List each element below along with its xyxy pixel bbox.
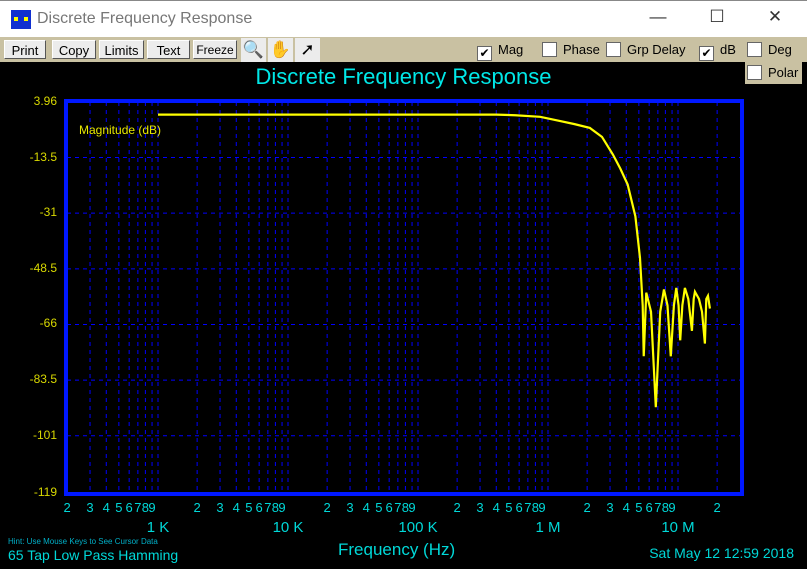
x-decade-label: 100 K bbox=[398, 519, 438, 536]
x-tick-label: 3 bbox=[606, 500, 614, 515]
x-tick-label: 6 bbox=[255, 500, 263, 515]
plot-frame bbox=[64, 99, 744, 496]
x-tick-label: 9 bbox=[148, 500, 156, 515]
x-tick-label: 2 bbox=[63, 500, 71, 515]
y-tick-label: -31 bbox=[39, 205, 57, 220]
x-tick-label: 5 bbox=[115, 500, 123, 515]
x-decade-label: 10 M bbox=[661, 519, 695, 536]
x-tick-label: 4 bbox=[492, 500, 500, 515]
x-tick-label: 2 bbox=[453, 500, 461, 515]
series-label: Magnitude (dB) bbox=[79, 123, 162, 137]
x-tick-label: 4 bbox=[622, 500, 630, 515]
x-tick-label: 9 bbox=[538, 500, 546, 515]
plot-area[interactable] bbox=[0, 0, 807, 569]
x-tick-label: 5 bbox=[245, 500, 253, 515]
x-tick-label: 9 bbox=[408, 500, 416, 515]
x-tick-label: 9 bbox=[278, 500, 286, 515]
x-tick-label: 2 bbox=[193, 500, 201, 515]
x-tick-label: 2 bbox=[713, 500, 721, 515]
x-tick-label: 5 bbox=[375, 500, 383, 515]
x-tick-label: 6 bbox=[515, 500, 523, 515]
x-tick-label: 7 bbox=[524, 500, 532, 515]
x-tick-label: 2 bbox=[323, 500, 331, 515]
x-decade-label: 1 K bbox=[146, 519, 170, 536]
x-tick-label: 3 bbox=[346, 500, 354, 515]
x-tick-label: 3 bbox=[86, 500, 94, 515]
x-tick-label: 4 bbox=[102, 500, 110, 515]
y-tick-label: 3.96 bbox=[33, 94, 57, 108]
y-tick-label: -48.5 bbox=[29, 260, 57, 275]
x-axis-title: Frequency (Hz) bbox=[338, 540, 456, 559]
y-tick-label: -66 bbox=[39, 316, 57, 331]
x-tick-label: 6 bbox=[645, 500, 653, 515]
x-tick-label: 4 bbox=[362, 500, 370, 515]
x-tick-label: 3 bbox=[216, 500, 224, 515]
x-tick-label: 7 bbox=[264, 500, 272, 515]
x-decade-label: 1 M bbox=[535, 519, 561, 536]
y-tick-label: -13.5 bbox=[29, 149, 57, 164]
x-tick-label: 7 bbox=[654, 500, 662, 515]
y-tick-label: -101 bbox=[32, 427, 57, 442]
x-tick-label: 9 bbox=[668, 500, 676, 515]
x-tick-label: 6 bbox=[125, 500, 133, 515]
magnitude-curve bbox=[158, 113, 712, 408]
x-tick-label: 7 bbox=[134, 500, 142, 515]
x-decade-label: 10 K bbox=[272, 519, 304, 536]
date-stamp: Sat May 12 12:59 2018 bbox=[649, 545, 794, 561]
x-tick-label: 6 bbox=[385, 500, 393, 515]
hint-text: Hint: Use Mouse Keys to See Cursor Data bbox=[8, 537, 158, 546]
filter-description: 65 Tap Low Pass Hamming bbox=[8, 547, 179, 563]
y-tick-label: -119 bbox=[33, 485, 57, 499]
x-tick-label: 7 bbox=[394, 500, 402, 515]
x-tick-label: 5 bbox=[505, 500, 513, 515]
x-tick-label: 5 bbox=[635, 500, 643, 515]
x-tick-label: 3 bbox=[476, 500, 484, 515]
y-tick-label: -83.5 bbox=[29, 372, 57, 387]
x-tick-label: 4 bbox=[232, 500, 240, 515]
x-tick-label: 2 bbox=[583, 500, 591, 515]
